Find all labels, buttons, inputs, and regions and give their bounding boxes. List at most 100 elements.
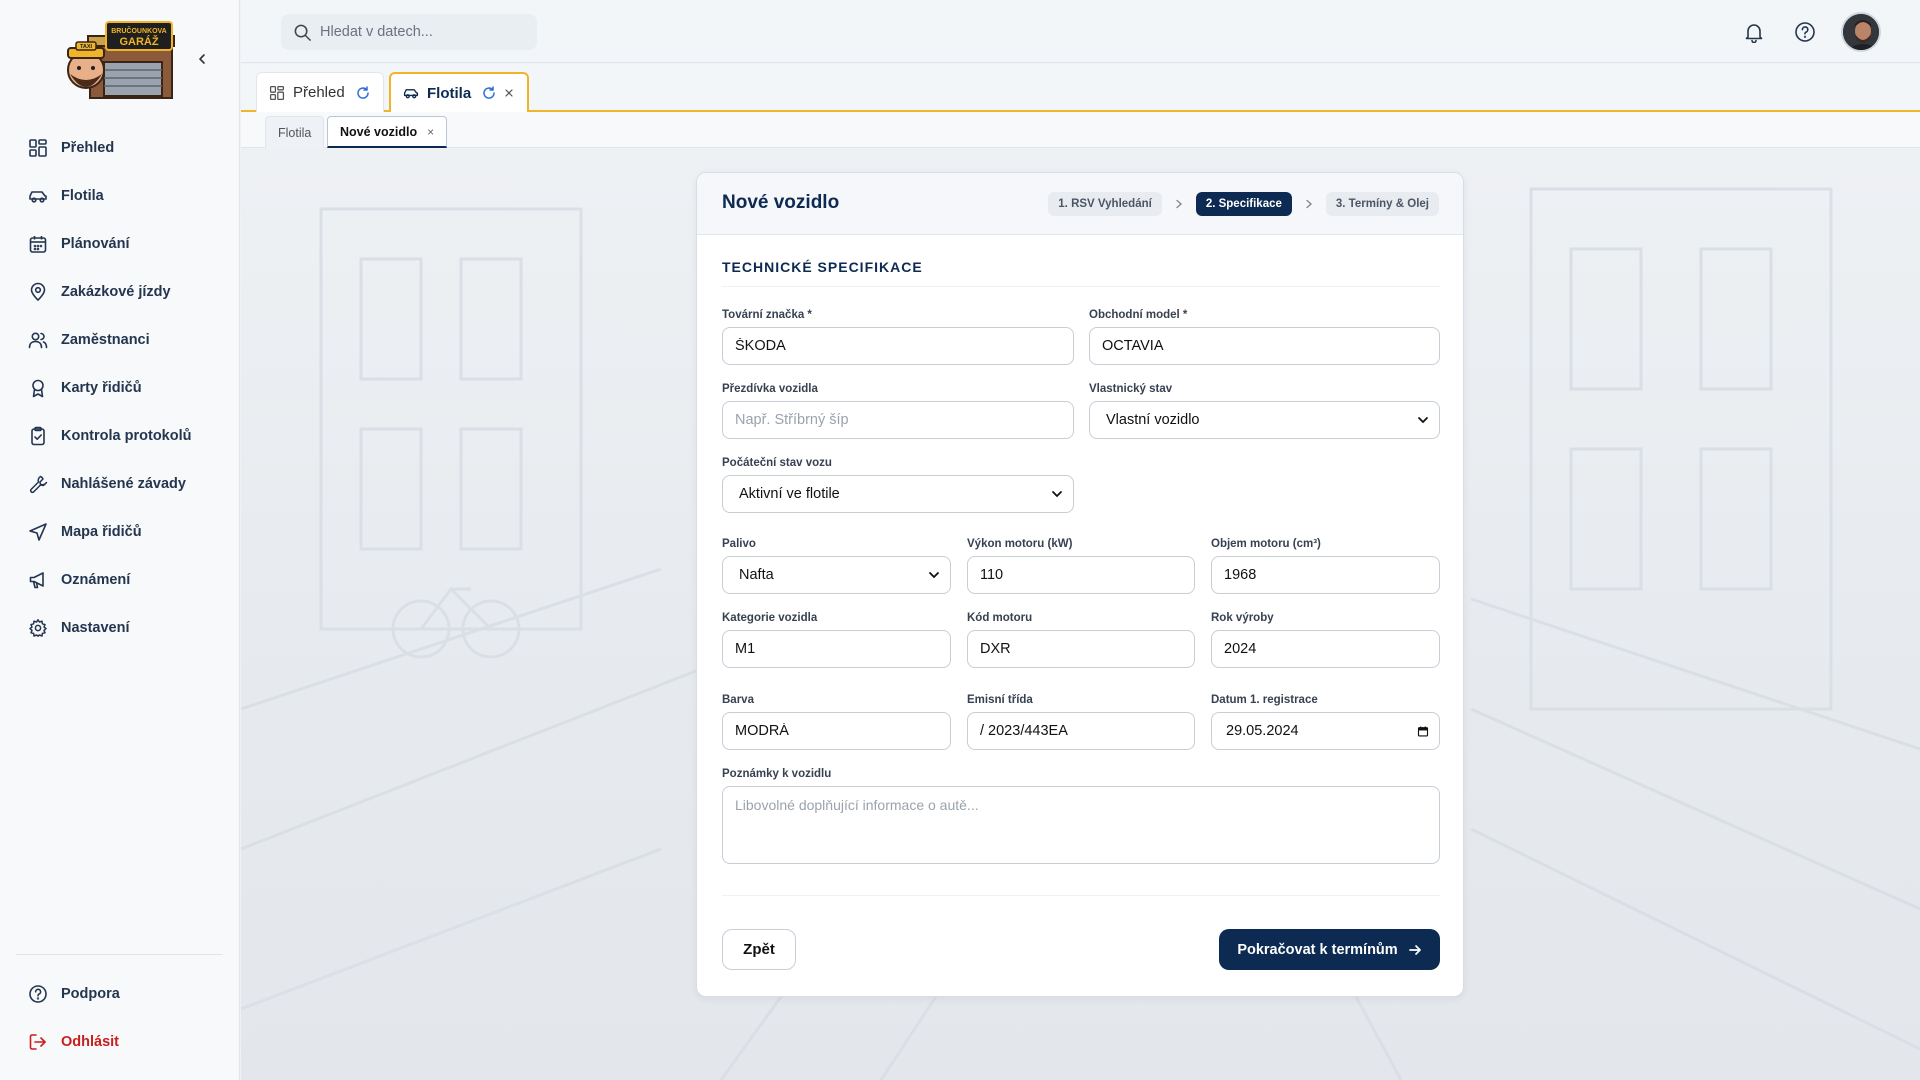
displacement-input[interactable] (1211, 556, 1440, 594)
chevron-right-icon (1306, 199, 1312, 209)
nickname-input[interactable] (722, 401, 1074, 439)
fuel-select[interactable]: Nafta (722, 556, 951, 594)
fuel-value: Nafta (739, 567, 774, 583)
sidebar-item-label: Přehled (61, 140, 115, 156)
tab-flotila[interactable]: Flotila (389, 72, 530, 112)
main-content: Nové vozidlo 1. RSV Vyhledání 2. Specifi… (241, 149, 1920, 1080)
car-icon (403, 89, 419, 99)
sidebar-item-label: Kontrola protokolů (61, 428, 192, 444)
sidebar-item-nahlasene-zavady[interactable]: Nahlášené závady (16, 460, 224, 508)
sidebar-item-kontrola-protokolu[interactable]: Kontrola protokolů (16, 412, 224, 460)
close-icon[interactable] (503, 87, 515, 99)
registration-date-value: 29.05.2024 (1226, 723, 1299, 739)
navigation-icon (29, 523, 47, 541)
collapse-sidebar-button[interactable] (191, 48, 213, 70)
sidebar-item-label: Zaměstnanci (61, 332, 150, 348)
color-label: Barva (722, 694, 754, 706)
sidebar-item-oznameni[interactable]: Oznámení (16, 556, 224, 604)
top-header (241, 0, 1920, 63)
sidebar-item-prehled[interactable]: Přehled (16, 124, 224, 172)
svg-text:GARÁŽ: GARÁŽ (119, 35, 158, 48)
sidebar-item-karty-ridicu[interactable]: Karty řidičů (16, 364, 224, 412)
section-divider (722, 286, 1440, 287)
chevron-down-icon (929, 572, 939, 579)
registration-date-input[interactable]: 29.05.2024 (1211, 712, 1440, 750)
step-specification[interactable]: 2. Specifikace (1195, 192, 1292, 216)
tab-label: Flotila (427, 84, 472, 102)
tab-prehled[interactable]: Přehled (256, 72, 384, 112)
search-icon (294, 24, 311, 41)
nickname-label: Přezdívka vozidla (722, 383, 818, 395)
clipboard-check-icon (31, 426, 45, 446)
brand-input[interactable] (722, 327, 1074, 365)
sidebar-item-nastaveni[interactable]: Nastavení (16, 604, 224, 652)
sidebar-item-label: Flotila (61, 188, 104, 204)
initial-state-value: Aktivní ve flotile (739, 486, 840, 502)
sidebar-item-label: Zakázkové jízdy (61, 284, 171, 300)
continue-button[interactable]: Pokračovat k termínům (1219, 929, 1440, 970)
refresh-icon[interactable] (481, 85, 497, 101)
sidebar-item-podpora[interactable]: Podpora (16, 970, 224, 1018)
subtab-flotila[interactable]: Flotila (265, 116, 325, 148)
sidebar-item-zamestnanci[interactable]: Zaměstnanci (16, 316, 224, 364)
close-icon[interactable]: × (427, 125, 434, 139)
award-icon (32, 379, 44, 398)
help-icon (29, 985, 47, 1003)
logout-button[interactable]: Odhlásit (16, 1018, 224, 1066)
notes-textarea[interactable] (722, 786, 1440, 864)
page-title: Nové vozidlo (722, 192, 840, 213)
power-input[interactable] (967, 556, 1195, 594)
sidebar-bottom-nav: Podpora Odhlásit (16, 970, 224, 1066)
brand-label: Tovární značka * (722, 309, 812, 321)
svg-text:BRUČOUNKOVA: BRUČOUNKOVA (111, 26, 166, 35)
dashboard-icon (269, 85, 285, 100)
sidebar-item-label: Mapa řidičů (61, 524, 142, 540)
step-rsv-search[interactable]: 1. RSV Vyhledání (1048, 192, 1162, 216)
back-button[interactable]: Zpět (722, 929, 796, 970)
sidebar-item-label: Podpora (61, 986, 120, 1002)
tab-label: Přehled (293, 84, 345, 101)
sidebar: BRUČOUNKOVA GARÁŽ TAXI Přehled Flotila P… (0, 0, 240, 1080)
section-title: TECHNICKÉ SPECIFIKACE (722, 259, 923, 275)
sidebar-item-flotila[interactable]: Flotila (16, 172, 224, 220)
sidebar-item-label: Karty řidičů (61, 380, 142, 396)
chevron-down-icon (1418, 417, 1428, 424)
initial-state-label: Počáteční stav vozu (722, 457, 832, 469)
subtab-nove-vozidlo[interactable]: Nové vozidlo × (327, 116, 448, 148)
subtab-label: Flotila (278, 125, 312, 140)
map-pin-icon (30, 282, 46, 302)
subtab-label: Nové vozidlo (340, 124, 418, 139)
notes-label: Poznámky k vozidlu (722, 768, 832, 780)
help-icon[interactable] (1794, 21, 1816, 43)
wizard-steps: 1. RSV Vyhledání 2. Specifikace 3. Termí… (1048, 192, 1439, 216)
sidebar-item-zakazkove-jizdy[interactable]: Zakázkové jízdy (16, 268, 224, 316)
step-terms-oil[interactable]: 3. Termíny & Olej (1325, 192, 1439, 216)
chevron-down-icon (1052, 491, 1062, 498)
search-input[interactable] (320, 24, 520, 40)
engine-code-input[interactable] (967, 630, 1195, 668)
refresh-icon[interactable] (355, 85, 371, 101)
chevron-left-icon (199, 54, 205, 64)
category-input[interactable] (722, 630, 951, 668)
model-input[interactable] (1089, 327, 1440, 365)
fuel-label: Palivo (722, 538, 756, 550)
emission-input[interactable] (967, 712, 1195, 750)
arrow-right-icon (1408, 944, 1421, 955)
initial-state-select[interactable]: Aktivní ve flotile (722, 475, 1074, 513)
car-icon (29, 191, 47, 203)
calendar-icon (29, 236, 47, 253)
sidebar-item-mapa-ridicu[interactable]: Mapa řidičů (16, 508, 224, 556)
user-avatar[interactable] (1841, 12, 1881, 52)
tabs-bar: Přehled Flotila (241, 64, 1920, 112)
notifications-bell-icon[interactable] (1743, 21, 1765, 43)
color-input[interactable] (722, 712, 951, 750)
svg-text:TAXI: TAXI (80, 44, 93, 50)
sidebar-item-label: Nastavení (61, 620, 130, 636)
calendar-icon[interactable] (1417, 725, 1429, 737)
year-input[interactable] (1211, 630, 1440, 668)
footer-divider (722, 895, 1440, 896)
ownership-select[interactable]: Vlastní vozidlo (1089, 401, 1440, 439)
garage-logo[interactable]: BRUČOUNKOVA GARÁŽ TAXI (64, 18, 176, 100)
sidebar-item-planovani[interactable]: Plánování (16, 220, 224, 268)
users-icon (28, 332, 48, 349)
